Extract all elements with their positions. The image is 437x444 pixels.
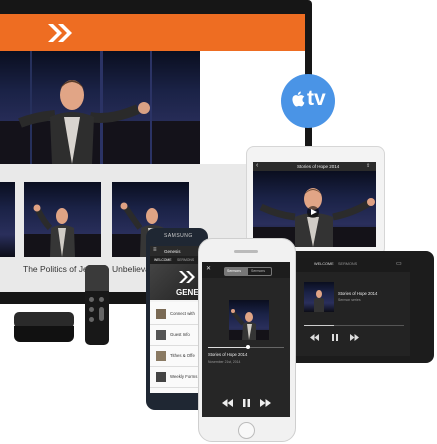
tablet-nav-bar: ‹ Stories of Hope 2014 ⇪ <box>253 162 376 171</box>
speaker-photo <box>314 290 324 312</box>
tablet-video[interactable] <box>253 171 376 247</box>
back-arrow-icon[interactable]: ‹ <box>256 162 258 169</box>
iphone-nav: ✕ Sermons Sermons <box>202 262 290 278</box>
segment-label: Sermons <box>227 269 242 273</box>
android-title: Stories of Hope 2014 <box>338 291 378 296</box>
banner-text: GENE <box>176 288 199 297</box>
remote-siri-button[interactable] <box>89 307 94 312</box>
play-button[interactable] <box>307 206 319 218</box>
apple-tv-box-base <box>14 326 74 342</box>
speaker-photo <box>229 309 269 340</box>
cast-icon[interactable]: ▭ <box>396 260 402 267</box>
thumbnail-title: The Politics of Jes <box>23 264 92 274</box>
list-item-label: Guest Info <box>170 332 190 337</box>
android-tabs: WELCOME SERMONS ▭ <box>292 258 410 272</box>
list-item[interactable]: Connect with <box>150 304 204 325</box>
tv-wordmark: tv <box>307 87 326 110</box>
tab-sermons[interactable]: SERMONS <box>338 262 357 266</box>
rewind-icon[interactable] <box>222 399 233 407</box>
pause-icon[interactable] <box>243 399 250 407</box>
samsung-tabs: WELCOME SERMONS <box>150 256 204 264</box>
play-icon <box>311 209 317 215</box>
iphone-screen: ✕ Sermons Sermons Stories of Hope 2014 N… <box>202 262 290 417</box>
list-item[interactable]: Weekly Forms <box>150 367 204 388</box>
chevron-logo-icon <box>179 271 195 283</box>
apple-tv-badge: tv <box>281 74 335 128</box>
pause-icon[interactable] <box>332 334 338 341</box>
tab-welcome[interactable]: WELCOME <box>154 258 172 262</box>
home-button[interactable] <box>238 422 255 439</box>
remote-volume-button[interactable] <box>99 307 104 321</box>
list-item-label: Connect with <box>170 311 195 316</box>
tab-welcome[interactable]: WELCOME <box>314 262 334 266</box>
tablet-screen: ‹ Stories of Hope 2014 ⇪ <box>253 162 376 247</box>
rewind-icon[interactable] <box>310 334 319 341</box>
share-icon[interactable]: ⇪ <box>366 163 370 169</box>
list-item-label: Weekly Forms <box>170 374 198 379</box>
samsung-banner: GENE <box>150 264 204 300</box>
sermon-thumbnail[interactable] <box>0 182 15 257</box>
list-thumbnail <box>156 372 166 382</box>
list-thumbnail <box>156 309 166 319</box>
fast-forward-icon[interactable] <box>260 399 271 407</box>
list-thumbnail <box>156 351 166 361</box>
progress-fill <box>208 347 248 348</box>
samsung-app-title: Genesis <box>164 249 181 254</box>
featured-sermon-image[interactable] <box>0 51 200 164</box>
android-artwork <box>304 282 334 312</box>
list-thumbnail <box>156 330 166 340</box>
samsung-app-bar: ≡ Genesis <box>150 246 204 256</box>
speaker-photo <box>24 204 101 257</box>
progress-thumb[interactable] <box>246 345 250 349</box>
samsung-brand: SAMSUNG <box>164 233 193 239</box>
chevron-logo-icon <box>48 24 72 42</box>
list-item[interactable]: Tithes & Offe <box>150 346 204 367</box>
remote-play-button[interactable] <box>89 317 94 322</box>
android-tablet-screen: WELCOME SERMONS ▭ Stories of Hope 2014 S… <box>292 258 410 356</box>
remote-menu-button[interactable] <box>89 297 94 302</box>
progress-track[interactable] <box>208 345 284 349</box>
samsung-screen: ≡ Genesis WELCOME SERMONS GENE Connect w… <box>150 246 204 393</box>
iphone-speaker <box>234 250 258 253</box>
progress-fill <box>304 325 334 326</box>
samsung-menu-list: Connect with Guest Info Tithes & Offe We… <box>150 302 204 393</box>
progress-track[interactable] <box>304 325 404 326</box>
remote-touch-surface[interactable] <box>85 265 109 291</box>
remote-home-button[interactable] <box>99 297 104 302</box>
list-item-label: Tithes & Offe <box>170 353 195 358</box>
speaker-photo <box>0 51 200 164</box>
fast-forward-icon[interactable] <box>350 334 359 341</box>
segmented-control: Sermons Sermons <box>224 267 272 276</box>
tab-sermons[interactable]: SERMONS <box>177 258 194 262</box>
apple-logo-icon <box>292 91 305 107</box>
sermon-thumbnail[interactable] <box>24 182 101 257</box>
android-subtitle: Sermon series <box>338 298 361 302</box>
iphone-title: Stories of Hope 2014 <box>208 352 248 357</box>
iphone-subtitle: November 21st, 2014 <box>208 360 241 364</box>
tablet-title: Stories of Hope 2014 <box>297 164 340 169</box>
menu-icon[interactable]: ≡ <box>153 247 157 253</box>
close-icon[interactable]: ✕ <box>206 265 211 272</box>
siri-remote <box>85 265 109 345</box>
segment-selected[interactable]: Sermons <box>225 268 248 275</box>
tv-app-header <box>0 14 305 51</box>
segment-label[interactable]: Sermons <box>251 269 265 273</box>
list-item[interactable]: Guest Info <box>150 325 204 346</box>
iphone-artwork <box>229 300 269 340</box>
